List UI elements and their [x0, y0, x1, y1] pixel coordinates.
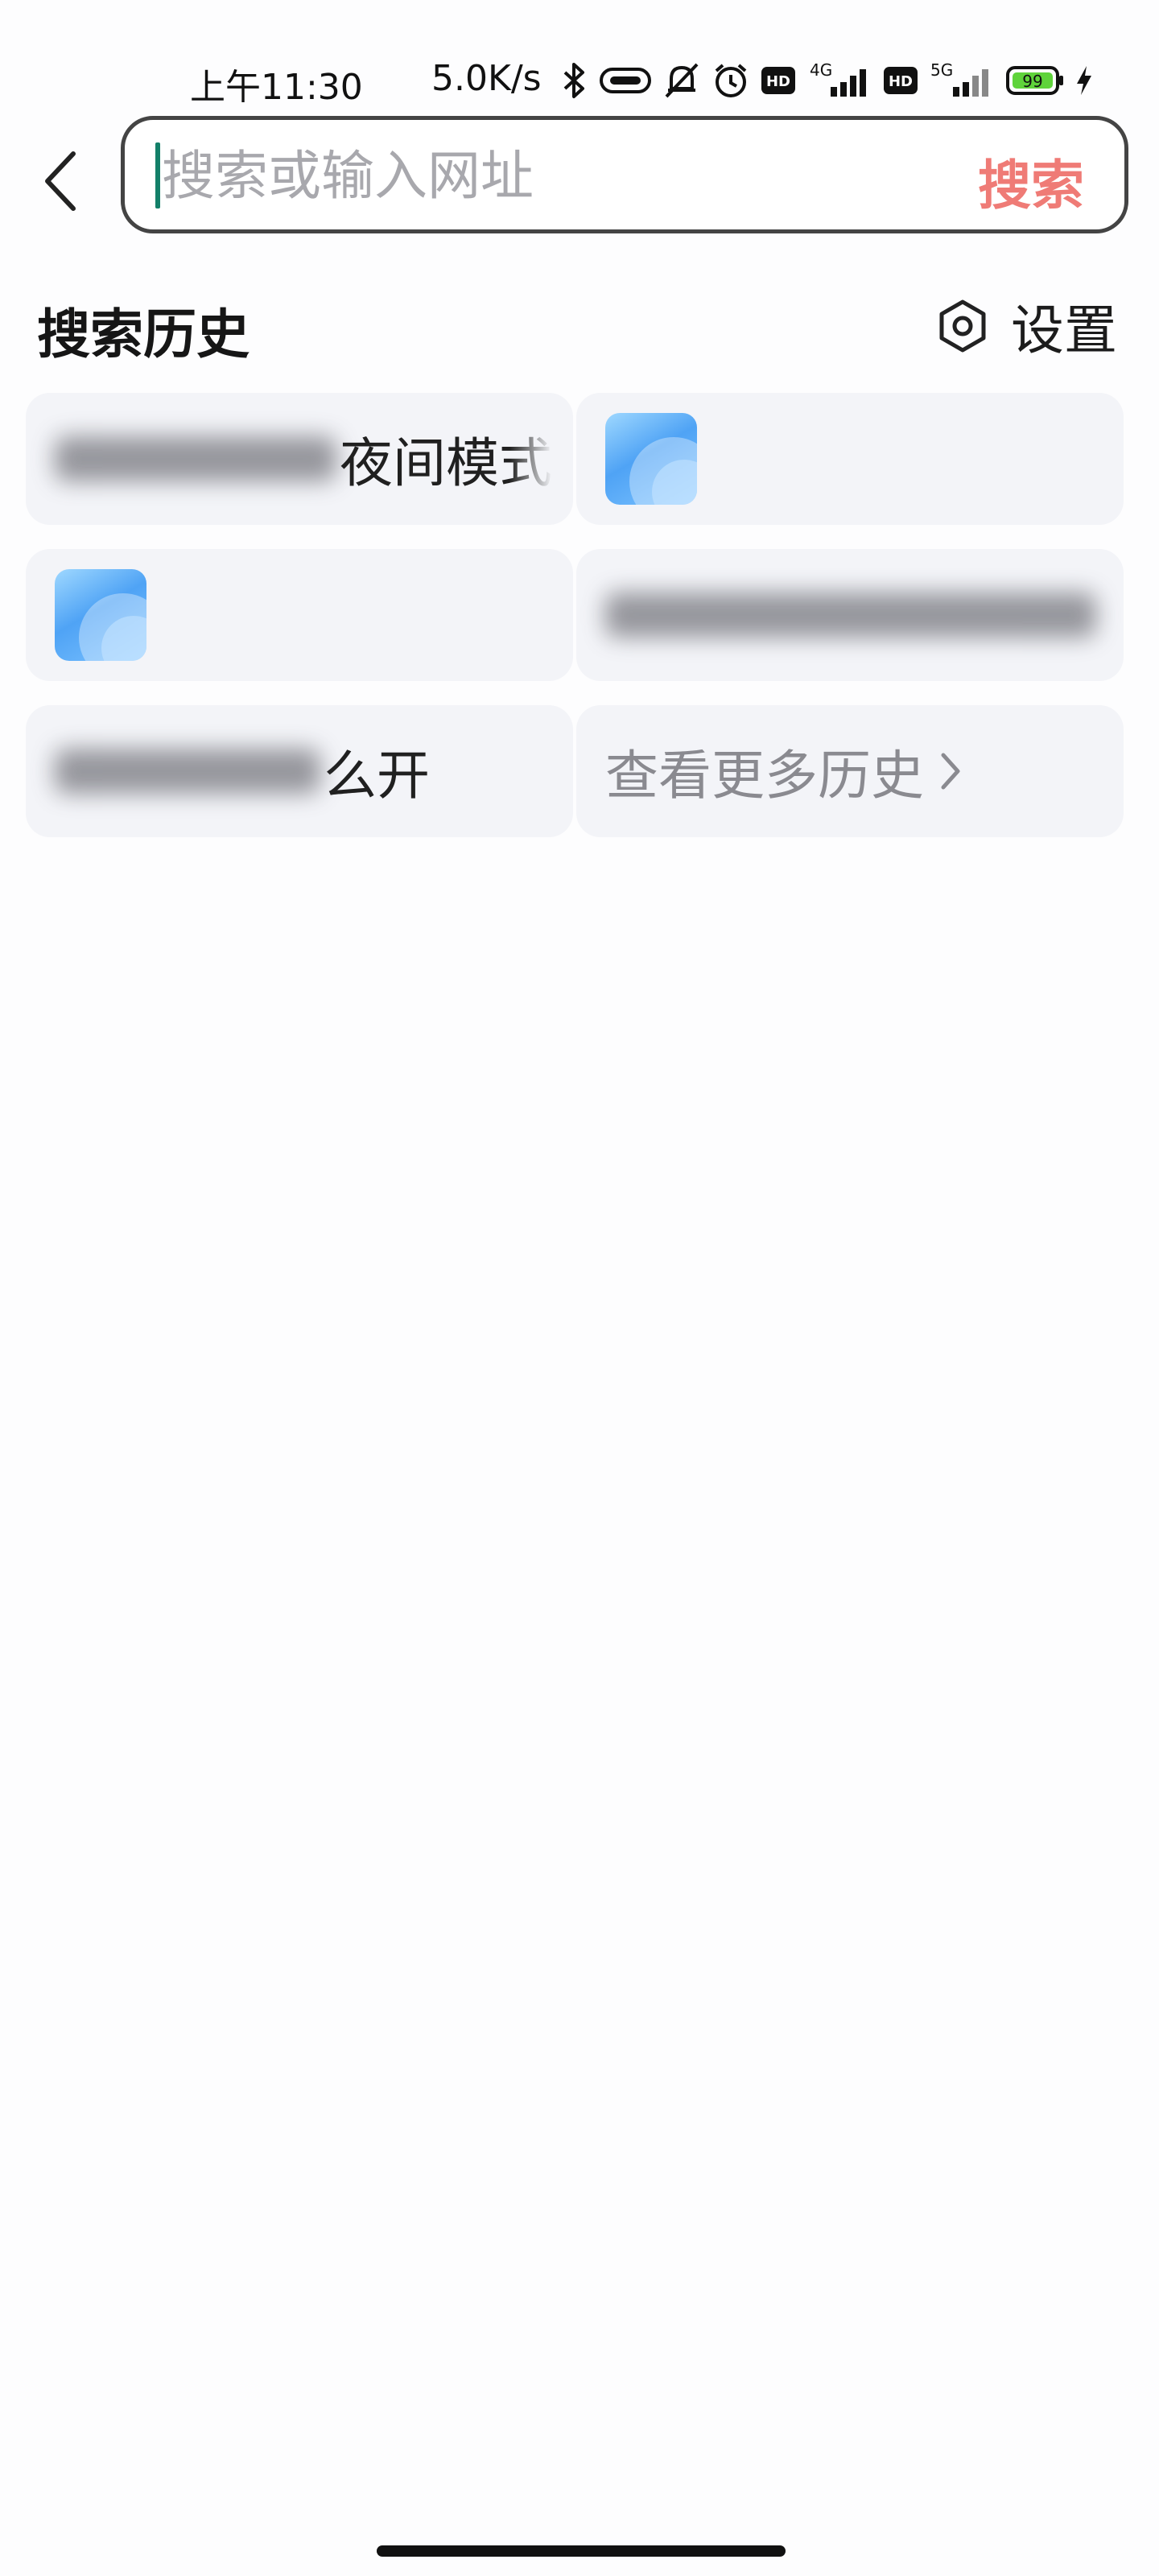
app-thumbnail-icon: [605, 413, 697, 505]
status-time: 上午11:30: [190, 67, 363, 108]
charging-icon: [1075, 64, 1093, 97]
svg-text:4G: 4G: [810, 61, 832, 80]
search-button[interactable]: 搜索: [978, 142, 1084, 220]
history-item-text: 夜间模式: [340, 432, 552, 494]
hd-icon: HD: [884, 67, 918, 94]
history-item-text: 么开: [324, 745, 430, 807]
svg-text:HD: HD: [766, 73, 790, 90]
history-item[interactable]: 夜间模式: [26, 393, 573, 525]
status-bar: 上午11:30 5.0K/s HD 4G HD 5G 99: [0, 0, 1159, 113]
svg-text:99: 99: [1022, 72, 1042, 91]
history-item[interactable]: [576, 549, 1124, 681]
search-history-title: 搜索历史: [37, 303, 250, 365]
history-item[interactable]: 么开: [26, 705, 573, 837]
text-caret: [155, 142, 160, 208]
home-indicator[interactable]: [377, 2545, 786, 2557]
history-settings-button[interactable]: 设置: [937, 290, 1117, 362]
network-speed: 5.0K/s: [431, 58, 542, 99]
browser-search-page: 上午11:30 5.0K/s HD 4G HD 5G 99 搜索或输入网址 搜索…: [0, 0, 1159, 2576]
hd-icon: HD: [761, 67, 795, 94]
battery-icon: 99: [1006, 66, 1064, 95]
redacted-text: [55, 436, 336, 481]
bluetooth-icon: [560, 61, 588, 100]
view-more-history-button[interactable]: 查看更多历史: [576, 705, 1124, 837]
redacted-text: [55, 749, 320, 794]
svg-text:HD: HD: [889, 73, 913, 90]
chevron-right-icon: [941, 753, 960, 790]
mute-bell-icon: [663, 61, 700, 100]
signal-5g-icon: 5G: [929, 61, 995, 100]
chevron-left-icon: [45, 151, 76, 211]
redacted-text: [605, 592, 1096, 638]
search-input[interactable]: [162, 139, 886, 212]
app-thumbnail-icon: [55, 569, 146, 661]
settings-label: 设置: [1011, 299, 1117, 361]
status-icons: HD 4G HD 5G 99: [560, 60, 1093, 101]
search-box: 搜索: [121, 116, 1128, 233]
alarm-icon: [711, 61, 750, 100]
back-button[interactable]: [32, 145, 89, 217]
view-more-history-label: 查看更多历史: [605, 745, 924, 807]
signal-4g-icon: 4G: [806, 61, 872, 100]
link-icon: [599, 64, 652, 97]
settings-hexagon-icon: [939, 299, 986, 353]
history-item[interactable]: [576, 393, 1124, 525]
svg-text:5G: 5G: [930, 61, 953, 80]
history-item[interactable]: [26, 549, 573, 681]
